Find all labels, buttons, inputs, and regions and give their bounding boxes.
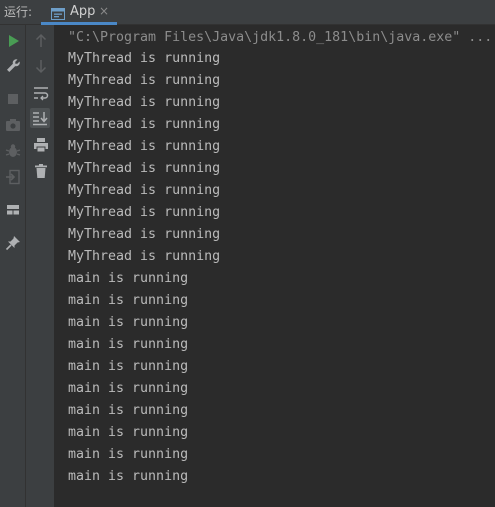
run-icon[interactable] — [3, 31, 23, 51]
console-line: main is running — [68, 293, 189, 308]
command-line: "C:\Program Files\Java\jdk1.8.0_181\bin\… — [68, 30, 493, 45]
arrow-up-icon[interactable] — [31, 31, 51, 51]
console-line: MyThread is running — [68, 51, 221, 66]
tab-app[interactable]: App × — [41, 0, 117, 25]
console-actions-toolbar — [26, 25, 55, 507]
console-line: MyThread is running — [68, 227, 221, 242]
run-tool-window-header: 运行: App × — [0, 0, 495, 25]
console-line: main is running — [68, 447, 189, 462]
wrench-icon[interactable] — [3, 56, 23, 76]
arrow-down-icon[interactable] — [31, 56, 51, 76]
scroll-to-end-icon[interactable] — [30, 108, 50, 128]
console-line: main is running — [68, 359, 189, 374]
console-line: main is running — [68, 315, 189, 330]
console-output[interactable]: "C:\Program Files\Java\jdk1.8.0_181\bin\… — [55, 25, 495, 507]
console-line: main is running — [68, 403, 189, 418]
camera-icon[interactable] — [3, 115, 23, 135]
layout-icon[interactable] — [3, 200, 23, 220]
run-actions-toolbar — [0, 25, 26, 507]
console-line: MyThread is running — [68, 95, 221, 110]
pin-icon[interactable] — [3, 233, 23, 253]
console-line: MyThread is running — [68, 249, 221, 264]
console-line: MyThread is running — [68, 139, 221, 154]
console-line: main is running — [68, 425, 189, 440]
console-line: main is running — [68, 271, 189, 286]
exit-icon[interactable] — [3, 167, 23, 187]
console-line: main is running — [68, 337, 189, 352]
console-line: MyThread is running — [68, 205, 221, 220]
console-line: MyThread is running — [68, 73, 221, 88]
trash-icon[interactable] — [31, 161, 51, 181]
tab-label: App — [70, 4, 96, 19]
stop-icon[interactable] — [3, 89, 23, 109]
console-line: MyThread is running — [68, 183, 221, 198]
close-icon[interactable]: × — [99, 3, 109, 19]
console-line: MyThread is running — [68, 117, 221, 132]
console-line: main is running — [68, 469, 189, 484]
bug-icon[interactable] — [3, 141, 23, 161]
soft-wrap-icon[interactable] — [31, 83, 51, 103]
console-line: main is running — [68, 381, 189, 396]
print-icon[interactable] — [31, 135, 51, 155]
run-label: 运行: — [4, 5, 33, 19]
console-line: MyThread is running — [68, 161, 221, 176]
application-icon — [51, 5, 65, 20]
